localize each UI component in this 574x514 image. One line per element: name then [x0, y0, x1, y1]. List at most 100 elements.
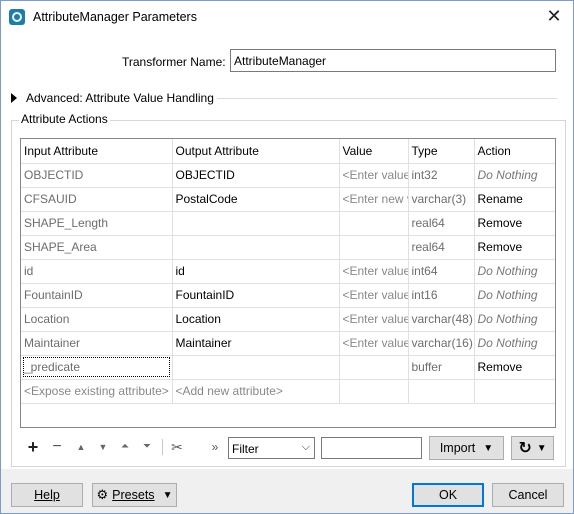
- attribute-actions-title: Attribute Actions: [19, 112, 110, 126]
- type-cell: real64: [408, 211, 475, 236]
- type-cell: int16: [408, 283, 475, 308]
- section-divider: [217, 98, 557, 99]
- action-cell[interactable]: [474, 379, 555, 404]
- dropdown-arrow-icon: ▼: [483, 442, 494, 454]
- column-header-output[interactable]: Output Attribute: [172, 139, 340, 164]
- move-top-icon[interactable]: ⏶: [115, 437, 135, 457]
- dialog-window: AttributeManager Parameters ✕ Transforme…: [0, 0, 574, 514]
- minus-icon[interactable]: −: [47, 437, 67, 457]
- action-cell[interactable]: Do Nothing: [474, 163, 555, 188]
- cancel-button[interactable]: Cancel: [492, 483, 564, 507]
- column-header-value[interactable]: Value: [339, 139, 409, 164]
- output-attribute-cell[interactable]: PostalCode: [172, 187, 340, 212]
- transformer-name-input[interactable]: AttributeManager: [230, 49, 556, 72]
- title-bar: AttributeManager Parameters ✕: [1, 1, 573, 33]
- value-cell[interactable]: [339, 355, 409, 380]
- table-row[interactable]: OBJECTID OBJECTID <Enter value int32 Do …: [21, 163, 555, 188]
- value-cell[interactable]: <Enter value: [339, 283, 409, 308]
- value-cell[interactable]: <Enter value: [339, 307, 409, 332]
- cut-icon[interactable]: ✂: [167, 437, 187, 457]
- type-cell: int32: [408, 163, 475, 188]
- input-attribute-cell[interactable]: FountainID: [21, 283, 173, 308]
- close-button[interactable]: ✕: [541, 5, 567, 29]
- type-cell: int64: [408, 259, 475, 284]
- import-button-label: Import: [439, 441, 476, 455]
- expose-attribute-cell[interactable]: <Expose existing attribute>: [21, 379, 173, 404]
- input-attribute-cell[interactable]: CFSAUID: [21, 187, 173, 212]
- action-cell[interactable]: Remove: [474, 235, 555, 260]
- input-attribute-cell[interactable]: _predicate: [21, 355, 173, 380]
- table-header-row: Input Attribute Output Attribute Value T…: [21, 139, 555, 164]
- table-row[interactable]: SHAPE_Area real64 Remove: [21, 235, 555, 260]
- action-cell[interactable]: Do Nothing: [474, 283, 555, 308]
- move-bottom-icon[interactable]: ⏷: [137, 437, 157, 457]
- presets-button[interactable]: ⚙ Presets ▼: [92, 483, 177, 507]
- input-attribute-cell[interactable]: Location: [21, 307, 173, 332]
- output-attribute-cell[interactable]: [172, 235, 340, 260]
- plus-icon[interactable]: +: [23, 437, 43, 457]
- output-attribute-cell[interactable]: OBJECTID: [172, 163, 340, 188]
- type-cell: real64: [408, 235, 475, 260]
- dropdown-arrow-icon: ▼: [162, 489, 173, 501]
- add-attribute-cell[interactable]: <Add new attribute>: [172, 379, 340, 404]
- value-cell[interactable]: [339, 235, 409, 260]
- value-cell[interactable]: <Enter value: [339, 331, 409, 356]
- help-button[interactable]: Help: [11, 483, 83, 507]
- output-attribute-cell[interactable]: id: [172, 259, 340, 284]
- output-attribute-cell[interactable]: Location: [172, 307, 340, 332]
- table-row[interactable]: id id <Enter value int64 Do Nothing: [21, 259, 555, 284]
- more-icon[interactable]: »: [205, 437, 225, 457]
- table-row[interactable]: FountainID FountainID <Enter value int16…: [21, 283, 555, 308]
- import-button[interactable]: Import ▼: [429, 436, 504, 460]
- output-attribute-cell[interactable]: [172, 211, 340, 236]
- transformer-name-label: Transformer Name:: [122, 55, 226, 69]
- table-row[interactable]: Maintainer Maintainer <Enter value varch…: [21, 331, 555, 356]
- column-header-input[interactable]: Input Attribute: [21, 139, 173, 164]
- table-row[interactable]: SHAPE_Length real64 Remove: [21, 211, 555, 236]
- filter-text-input[interactable]: [321, 437, 422, 459]
- ok-button[interactable]: OK: [412, 483, 484, 507]
- refresh-button[interactable]: ↻ ▼: [511, 436, 554, 460]
- expand-triangle-icon: [11, 93, 17, 103]
- table-row[interactable]: <Expose existing attribute> <Add new att…: [21, 379, 555, 404]
- value-cell[interactable]: [339, 211, 409, 236]
- value-cell[interactable]: [339, 379, 409, 404]
- action-cell[interactable]: Remove: [474, 211, 555, 236]
- filter-select[interactable]: Filter ⌵: [228, 437, 315, 459]
- output-attribute-cell[interactable]: Maintainer: [172, 331, 340, 356]
- cancel-button-label: Cancel: [508, 488, 548, 502]
- toolbar-separator: [162, 439, 163, 455]
- table-row[interactable]: _predicate buffer Remove: [21, 355, 555, 380]
- action-cell[interactable]: Remove: [474, 355, 555, 380]
- output-attribute-cell[interactable]: [172, 355, 340, 380]
- move-up-icon[interactable]: ▲: [71, 437, 91, 457]
- advanced-section-toggle[interactable]: Advanced: Attribute Value Handling: [11, 91, 214, 105]
- filter-select-value: Filter: [232, 442, 259, 456]
- action-cell[interactable]: Do Nothing: [474, 331, 555, 356]
- input-attribute-cell[interactable]: id: [21, 259, 173, 284]
- output-attribute-cell[interactable]: FountainID: [172, 283, 340, 308]
- table-row[interactable]: CFSAUID PostalCode <Enter new v varchar(…: [21, 187, 555, 212]
- table-row[interactable]: Location Location <Enter value varchar(4…: [21, 307, 555, 332]
- input-attribute-cell[interactable]: Maintainer: [21, 331, 173, 356]
- type-cell: buffer: [408, 355, 475, 380]
- value-cell[interactable]: <Enter value: [339, 163, 409, 188]
- ok-button-label: OK: [438, 488, 458, 502]
- type-cell: varchar(3): [408, 187, 475, 212]
- action-cell[interactable]: Do Nothing: [474, 259, 555, 284]
- value-cell[interactable]: <Enter new v: [339, 187, 409, 212]
- input-attribute-cell[interactable]: OBJECTID: [21, 163, 173, 188]
- action-cell[interactable]: Do Nothing: [474, 307, 555, 332]
- move-down-icon[interactable]: ▼: [93, 437, 113, 457]
- help-button-label: Help: [34, 488, 60, 502]
- value-cell[interactable]: <Enter value: [339, 259, 409, 284]
- input-attribute-cell[interactable]: SHAPE_Length: [21, 211, 173, 236]
- attribute-grid: Input Attribute Output Attribute Value T…: [21, 139, 555, 404]
- column-header-action[interactable]: Action: [474, 139, 555, 164]
- type-cell: varchar(48): [408, 307, 475, 332]
- action-cell[interactable]: Rename: [474, 187, 555, 212]
- type-cell: varchar(16): [408, 331, 475, 356]
- input-attribute-cell[interactable]: SHAPE_Area: [21, 235, 173, 260]
- column-header-type[interactable]: Type: [408, 139, 475, 164]
- dropdown-arrow-icon: ▼: [536, 442, 547, 454]
